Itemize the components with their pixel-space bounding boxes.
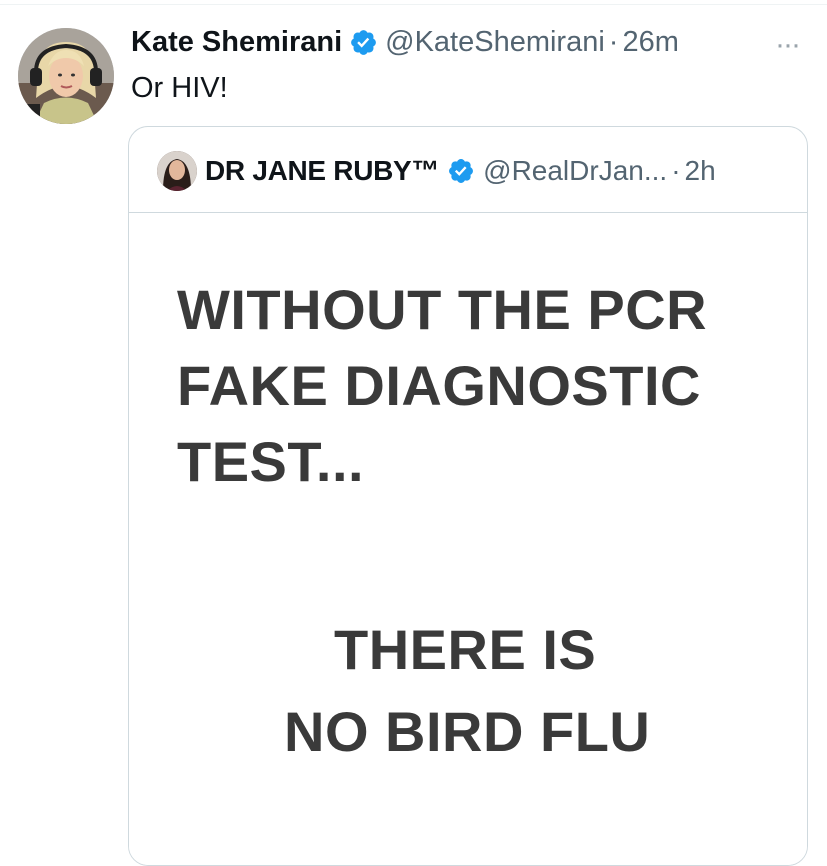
separator-dot: · [608,26,619,58]
author-name[interactable]: Kate Shemirani [131,26,342,59]
media-text-line: NO BIRD FLU [284,700,651,763]
quoted-tweet-card[interactable]: DR JANE RUBY™ @RealDrJan... · 2h WITHOUT… [128,126,808,866]
quoted-author-handle[interactable]: @RealDrJan... [483,155,667,187]
media-text-line: THERE IS [334,618,597,681]
separator-dot: · [671,155,681,186]
quoted-author-name[interactable]: DR JANE RUBY™ [205,155,439,187]
tweet-text: Or HIV! [131,72,228,104]
author-avatar[interactable] [18,28,114,124]
media-text-line: FAKE DIAGNOSTIC [177,354,701,417]
quoted-tweet-timestamp[interactable]: 2h [685,155,716,187]
quoted-tweet-header: DR JANE RUBY™ @RealDrJan... · 2h [157,151,716,191]
quoted-author-avatar[interactable] [157,151,197,191]
top-divider [0,4,827,5]
media-text-line: WITHOUT THE PCR [177,278,708,341]
quoted-tweet-media[interactable]: WITHOUT THE PCR FAKE DIAGNOSTIC TEST... … [129,213,807,865]
author-handle[interactable]: @KateShemirani [385,26,605,59]
tweet-timestamp[interactable]: 26m [622,26,678,59]
verified-badge-icon [449,159,474,183]
tweet-header: Kate Shemirani @KateShemirani · 26m [131,26,679,59]
verified-badge-icon [351,30,377,55]
media-text-line: TEST... [177,430,365,493]
more-horizontal-icon[interactable]: ··· [775,28,801,62]
